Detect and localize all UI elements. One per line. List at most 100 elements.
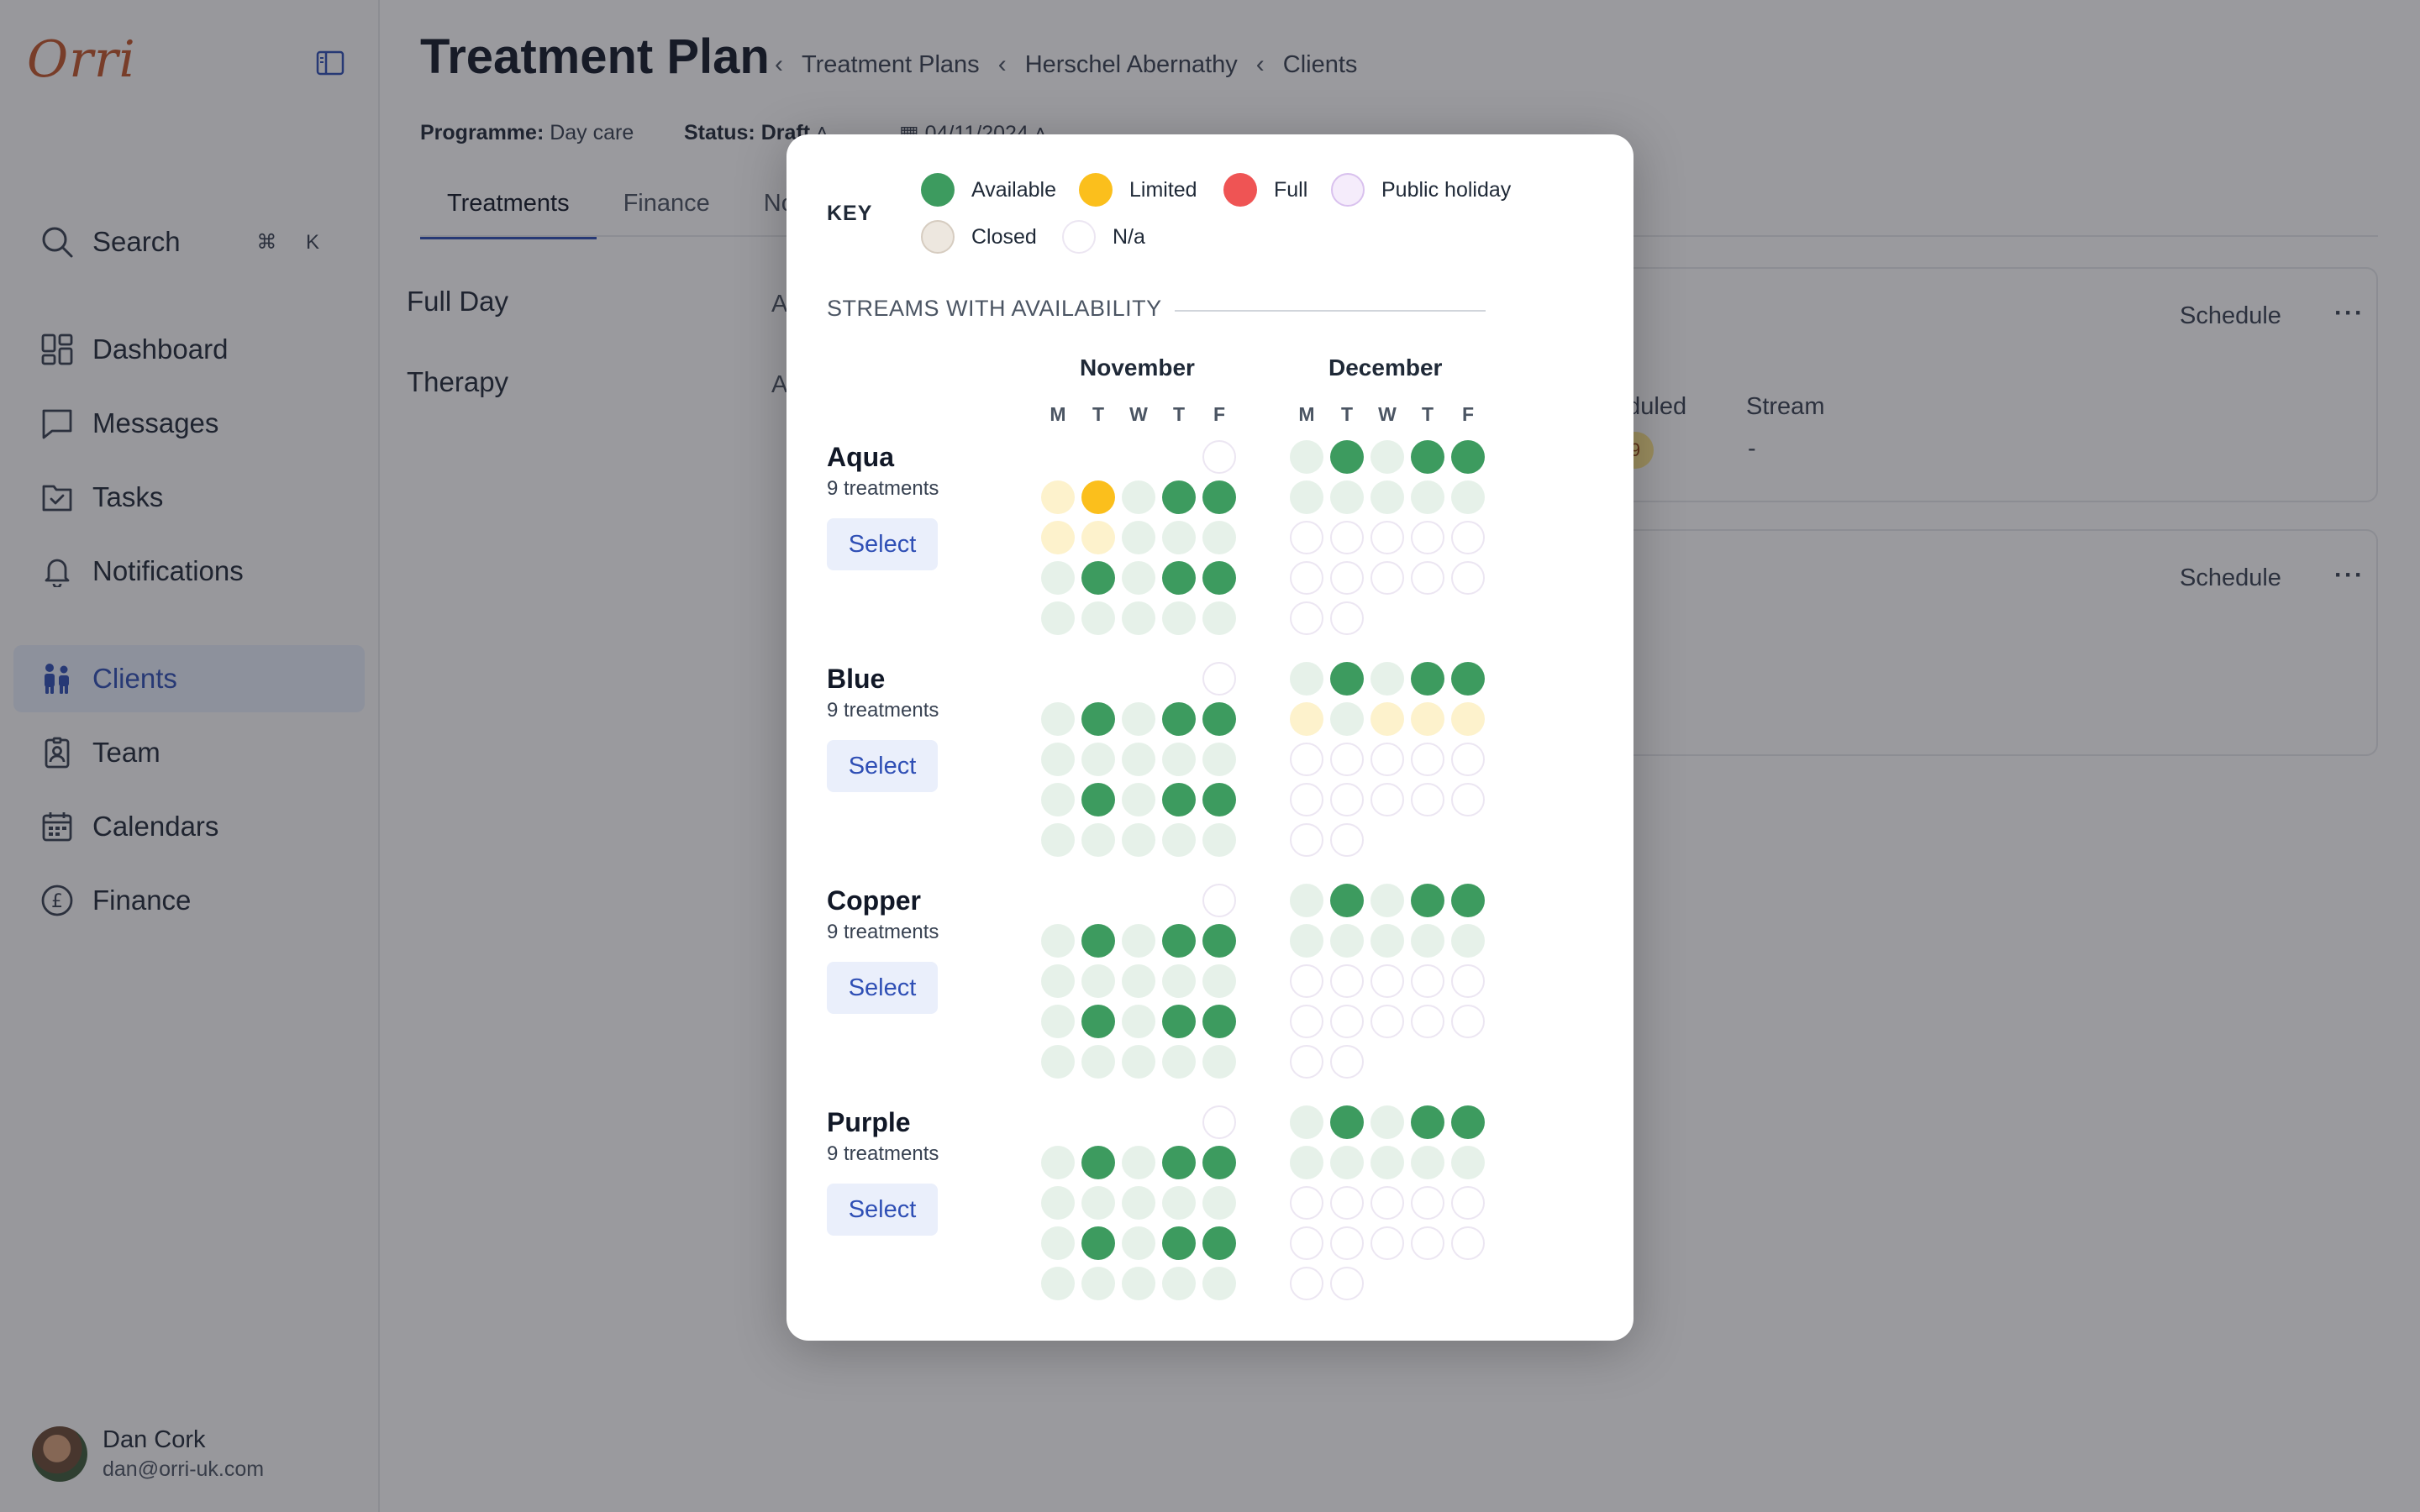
select-purple-button[interactable]: Select xyxy=(827,1184,938,1236)
day-cell-available-soft xyxy=(1202,964,1236,998)
day-cell-not-applicable xyxy=(1451,964,1485,998)
day-cell-available xyxy=(1330,662,1364,696)
available-swatch xyxy=(921,173,955,207)
day-cell-available-soft xyxy=(1081,1045,1115,1079)
day-cell-limited-soft xyxy=(1451,702,1485,736)
stream-name-blue: Blue xyxy=(827,664,886,694)
limited-swatch xyxy=(1079,173,1113,207)
day-cell-available-soft xyxy=(1041,601,1075,635)
day-cell-not-applicable xyxy=(1451,783,1485,816)
day-cell-available xyxy=(1162,561,1196,595)
day-cell-available xyxy=(1451,662,1485,696)
day-cell-not-applicable xyxy=(1290,1186,1323,1220)
day-cell-limited-soft xyxy=(1041,480,1075,514)
day-cell-available xyxy=(1330,440,1364,474)
day-cell-not-applicable xyxy=(1411,1186,1444,1220)
day-cell-available-soft xyxy=(1162,1186,1196,1220)
day-cell-available-soft xyxy=(1081,601,1115,635)
day-cell-available-soft xyxy=(1081,1267,1115,1300)
legend-closed: Closed xyxy=(921,220,1037,254)
day-cell-available-soft xyxy=(1330,702,1364,736)
day-cell-not-applicable xyxy=(1451,561,1485,595)
select-copper-button[interactable]: Select xyxy=(827,962,938,1014)
day-cell-available-soft xyxy=(1122,480,1155,514)
day-cell-available-soft xyxy=(1081,964,1115,998)
day-cell-available-soft xyxy=(1451,924,1485,958)
day-cell-not-applicable xyxy=(1411,561,1444,595)
day-cell-available xyxy=(1202,1146,1236,1179)
day-cell-available xyxy=(1162,1226,1196,1260)
day-cell-available-soft xyxy=(1041,561,1075,595)
full-swatch xyxy=(1223,173,1257,207)
day-cell-available xyxy=(1411,884,1444,917)
legend-label: Public holiday xyxy=(1381,177,1512,202)
legend-label: Available xyxy=(971,177,1057,202)
day-cell-available-soft xyxy=(1122,1146,1155,1179)
day-cell-available-soft xyxy=(1041,1186,1075,1220)
day-cell-limited-soft xyxy=(1290,702,1323,736)
day-cell-available-soft xyxy=(1202,1267,1236,1300)
day-cell-available-soft xyxy=(1081,1186,1115,1220)
day-cell-available-soft xyxy=(1041,1045,1075,1079)
day-cell-available xyxy=(1202,561,1236,595)
day-cell-available-soft xyxy=(1122,1045,1155,1079)
day-cell-not-applicable xyxy=(1330,1005,1364,1038)
weekday-label: T xyxy=(1340,403,1354,425)
weekday-label: F xyxy=(1213,403,1226,425)
day-cell-available xyxy=(1081,702,1115,736)
weekday-label: T xyxy=(1172,403,1186,425)
key-title: KEY xyxy=(827,202,873,225)
day-cell-not-applicable xyxy=(1411,783,1444,816)
day-cell-available-soft xyxy=(1041,964,1075,998)
legend-label: N/a xyxy=(1113,224,1145,249)
day-cell-available-soft xyxy=(1451,480,1485,514)
day-cell-available xyxy=(1411,440,1444,474)
day-cell-available-soft xyxy=(1162,743,1196,776)
stream-treatment-count: 9 treatments xyxy=(827,1142,939,1165)
day-cell-available-soft xyxy=(1202,823,1236,857)
day-cell-available-soft xyxy=(1370,440,1404,474)
weekday-label: M xyxy=(1298,403,1315,425)
day-cell-available xyxy=(1451,440,1485,474)
day-cell-available xyxy=(1451,884,1485,917)
legend-public-holiday: Public holiday xyxy=(1331,173,1511,207)
day-cell-available-soft xyxy=(1122,561,1155,595)
day-cell-not-applicable xyxy=(1330,1186,1364,1220)
section-title: STREAMS WITH AVAILABILITY xyxy=(827,296,1162,321)
day-cell-available-soft xyxy=(1411,924,1444,958)
day-cell-not-applicable xyxy=(1411,743,1444,776)
day-cell-not-applicable xyxy=(1451,1005,1485,1038)
day-cell-available-soft xyxy=(1122,823,1155,857)
day-cell-not-applicable xyxy=(1451,1186,1485,1220)
section-divider xyxy=(1175,310,1486,312)
day-cell-available xyxy=(1202,702,1236,736)
day-cell-limited-soft xyxy=(1411,702,1444,736)
day-cell-available xyxy=(1081,1226,1115,1260)
public-holiday-swatch xyxy=(1331,173,1365,207)
legend-available: Available xyxy=(921,173,1056,207)
select-blue-button[interactable]: Select xyxy=(827,740,938,792)
day-cell-available xyxy=(1202,1226,1236,1260)
select-aqua-button[interactable]: Select xyxy=(827,518,938,570)
day-cell-available-soft xyxy=(1370,1146,1404,1179)
day-cell-available-soft xyxy=(1122,1005,1155,1038)
day-cell-available xyxy=(1081,561,1115,595)
day-cell-not-applicable xyxy=(1330,1267,1364,1300)
day-cell-not-applicable xyxy=(1202,440,1236,474)
day-cell-not-applicable xyxy=(1370,743,1404,776)
day-cell-available-soft xyxy=(1122,521,1155,554)
day-cell-not-applicable xyxy=(1290,1045,1323,1079)
day-cell-available-soft xyxy=(1411,1146,1444,1179)
day-cell-available xyxy=(1081,783,1115,816)
day-cell-available-soft xyxy=(1330,480,1364,514)
day-cell-available-soft xyxy=(1122,1226,1155,1260)
day-cell-available-soft xyxy=(1122,1186,1155,1220)
day-cell-available xyxy=(1202,1005,1236,1038)
day-cell-not-applicable xyxy=(1370,964,1404,998)
day-cell-not-applicable xyxy=(1330,521,1364,554)
day-cell-available-soft xyxy=(1122,924,1155,958)
day-cell-available-soft xyxy=(1290,924,1323,958)
day-cell-available-soft xyxy=(1122,743,1155,776)
day-cell-available xyxy=(1330,1105,1364,1139)
day-cell-not-applicable xyxy=(1330,823,1364,857)
